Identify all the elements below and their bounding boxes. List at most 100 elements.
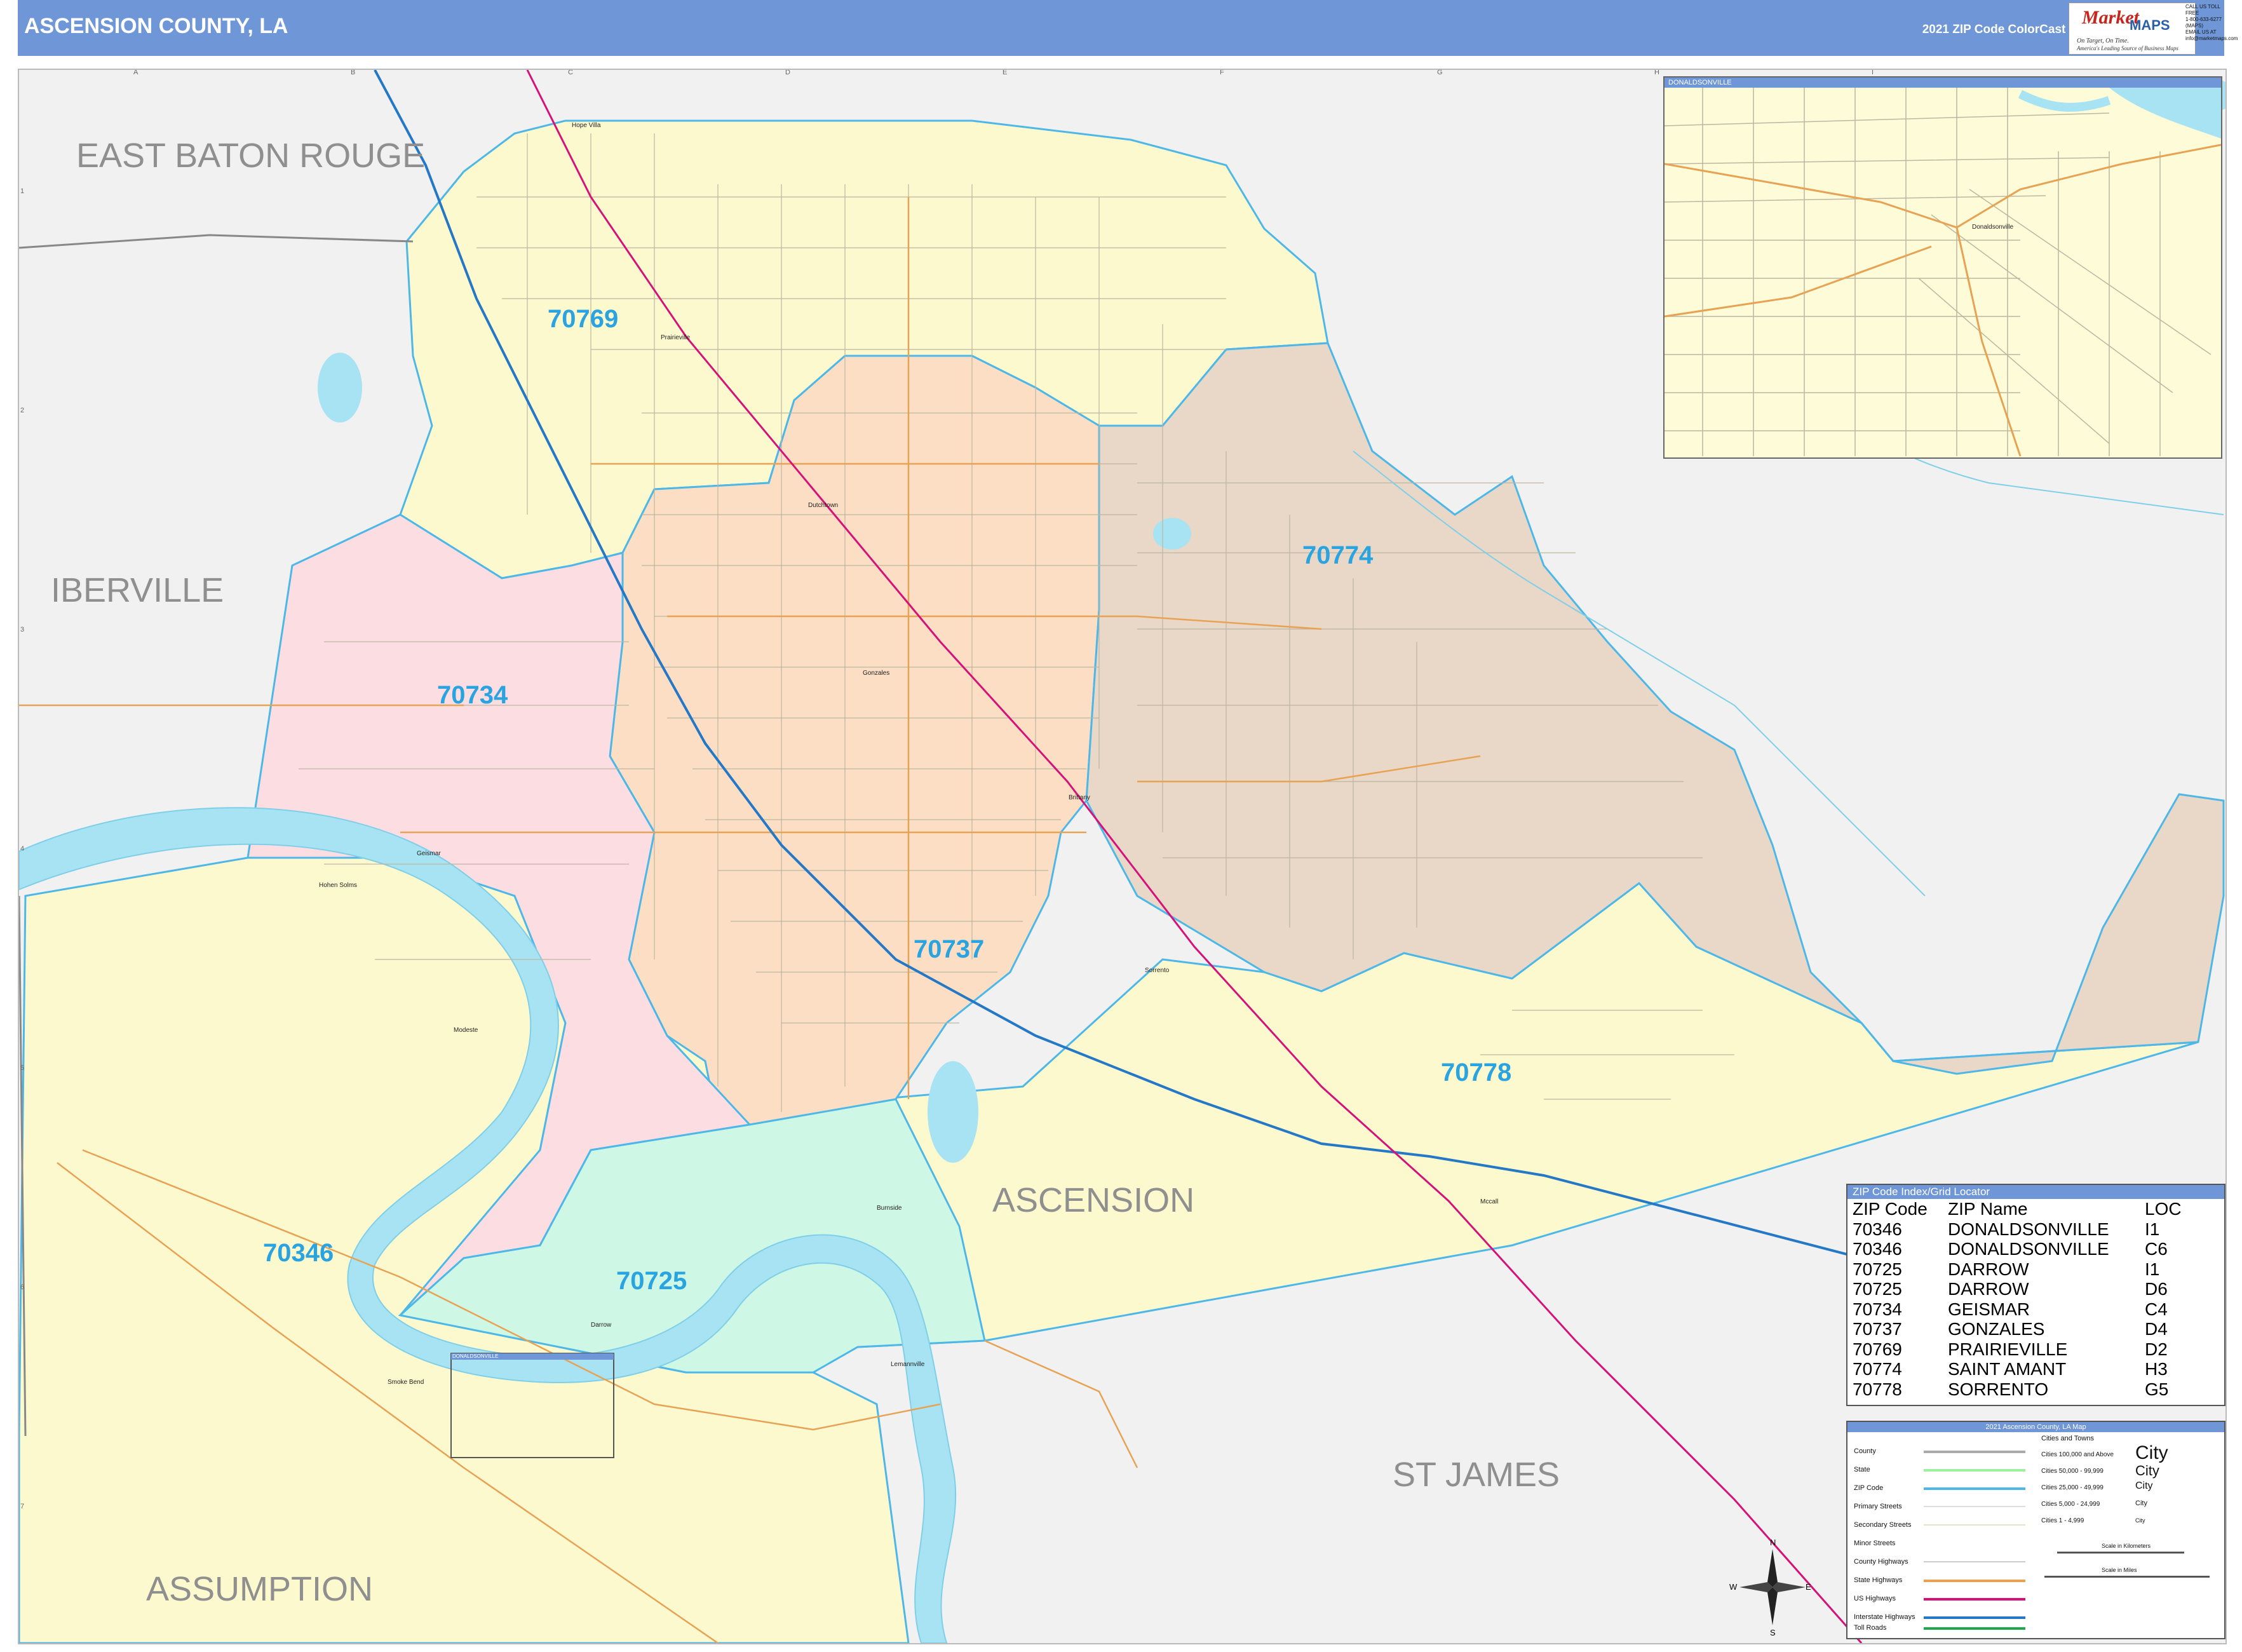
contact-line: 1-800-633-6277 (MAPS) <box>2185 17 2222 29</box>
logo-subtagline: America's Leading Source of Business Map… <box>2077 45 2178 51</box>
grid-row-label: 6 <box>20 1283 25 1291</box>
city-label: Darrow <box>591 1322 612 1329</box>
row-name: SORRENTO <box>1948 1379 2049 1399</box>
legend-city-class: Cities 1 - 4,999 <box>2041 1517 2084 1524</box>
table-row[interactable]: 70778 SORRENTO G5 <box>1847 1379 2224 1400</box>
table-row[interactable]: 70737 GONZALES D4 <box>1847 1319 2224 1339</box>
row-loc: D4 <box>2145 1319 2168 1339</box>
table-row[interactable]: 70346 DONALDSONVILLE C6 <box>1847 1239 2224 1259</box>
row-loc: G5 <box>2145 1379 2169 1399</box>
inset-header: DONALDSONVILLE <box>1665 78 2221 88</box>
county-label-ascension: ASCENSION <box>992 1181 1195 1219</box>
index-header: ZIP Code Index/Grid Locator <box>1847 1185 2224 1199</box>
city-label: Dutchtown <box>808 502 839 509</box>
row-name: DONALDSONVILLE <box>1948 1219 2109 1239</box>
header-bar: ASCENSION COUNTY, LA 2021 ZIP Code Color… <box>18 0 2224 56</box>
zip-label-70734[interactable]: 70734 <box>437 681 508 710</box>
legend-item: County <box>1854 1447 1876 1455</box>
row-name: DARROW <box>1948 1279 2029 1299</box>
zip-label-70769[interactable]: 70769 <box>548 305 618 334</box>
legend-swatch-primary <box>1924 1506 2025 1507</box>
logo-tagline: On Target, On Time. <box>2077 37 2129 44</box>
city-label: Lemannville <box>891 1361 925 1368</box>
map-title: ASCENSION COUNTY, LA <box>24 14 288 38</box>
legend-item: US Highways <box>1854 1595 1896 1602</box>
scale-bar-mi <box>2044 1576 2210 1578</box>
zip-label-70725[interactable]: 70725 <box>616 1267 687 1296</box>
city-label: Sorrento <box>1145 967 1170 974</box>
city-label: Modeste <box>454 1027 478 1034</box>
legend-city-sample: City <box>2135 1463 2159 1479</box>
legend-city-sample: City <box>2135 1517 2145 1524</box>
row-zip: 70725 <box>1853 1279 1902 1299</box>
grid-col-label: B <box>351 69 356 76</box>
compass-rose: N S E W <box>1729 1536 1811 1638</box>
zip-label-70778[interactable]: 70778 <box>1441 1059 1511 1087</box>
legend-city-sample: City <box>2135 1500 2147 1507</box>
row-zip: 70725 <box>1853 1259 1902 1279</box>
legend-item: Secondary Streets <box>1854 1521 1912 1529</box>
grid-row-label: 5 <box>20 1064 25 1072</box>
grid-col-label: H <box>1654 69 1659 76</box>
compass-w: W <box>1729 1582 1738 1592</box>
scale-bar-km <box>2057 1552 2184 1554</box>
legend-item: State Highways <box>1854 1576 1903 1584</box>
grid-col-label: C <box>568 69 573 76</box>
compass-icon <box>1739 1549 1806 1625</box>
grid-col-label: D <box>785 69 790 76</box>
legend-swatch-toll <box>1924 1627 2025 1630</box>
table-row[interactable]: 70774 SAINT AMANT H3 <box>1847 1359 2224 1379</box>
scale-mi-label: Scale in Miles <box>2102 1567 2137 1573</box>
table-row[interactable]: 70725 DARROW I1 <box>1847 1259 2224 1280</box>
inset-map-graphic <box>1665 88 2221 456</box>
table-row[interactable]: 70346 DONALDSONVILLE I1 <box>1847 1219 2224 1240</box>
zip-label-70346[interactable]: 70346 <box>263 1239 334 1268</box>
city-label: Geismar <box>417 850 441 857</box>
contact-info: CALL US TOLL FREE 1-800-633-6277 (MAPS) … <box>2185 4 2238 52</box>
grid-row-label: 3 <box>20 626 25 633</box>
compass-n: N <box>1770 1538 1776 1547</box>
legend-swatch-county <box>1924 1451 2025 1453</box>
table-row[interactable]: 70734 GEISMAR C4 <box>1847 1299 2224 1320</box>
row-zip: 70769 <box>1853 1339 1902 1359</box>
legend-swatch-us-hwy <box>1924 1598 2025 1601</box>
inset-city-label: Donaldsonville <box>1972 224 2014 231</box>
table-row[interactable]: 70725 DARROW D6 <box>1847 1279 2224 1299</box>
grid-row-label: 7 <box>20 1503 25 1510</box>
city-label: Gonzales <box>863 670 890 677</box>
market-maps-logo: Market MAPS On Target, On Time. America'… <box>2069 3 2196 55</box>
logo-text-maps: MAPS <box>2130 17 2170 33</box>
row-loc: C4 <box>2145 1299 2168 1319</box>
row-loc: I1 <box>2145 1259 2160 1279</box>
grid-col-label: G <box>1437 69 1443 76</box>
inset-marker-label: DONALDSONVILLE <box>452 1353 499 1359</box>
legend-item: Interstate Highways <box>1854 1613 1915 1621</box>
row-name: DARROW <box>1948 1259 2029 1279</box>
legend-city-sample: City <box>2135 1480 2153 1491</box>
legend-swatch-secondary <box>1924 1524 2025 1526</box>
row-loc: H3 <box>2145 1359 2168 1379</box>
zip-label-70737[interactable]: 70737 <box>914 935 984 964</box>
zip-label-70774[interactable]: 70774 <box>1302 541 1373 570</box>
legend-city-class: Cities 5,000 - 24,999 <box>2041 1501 2100 1508</box>
compass-s: S <box>1770 1628 1776 1637</box>
grid-col-label: F <box>1220 69 1224 76</box>
city-label: Hope Villa <box>572 122 601 129</box>
legend-swatch-interstate <box>1924 1616 2025 1619</box>
legend-item: County Highways <box>1854 1558 1908 1566</box>
contact-line: EMAIL US AT <box>2185 29 2217 35</box>
zip-index-table: ZIP Code Index/Grid Locator ZIP Code ZIP… <box>1846 1184 2225 1406</box>
county-label-iberville: IBERVILLE <box>51 571 224 609</box>
row-loc: D2 <box>2145 1339 2168 1359</box>
legend-city-class: Cities 50,000 - 99,999 <box>2041 1468 2104 1475</box>
table-row[interactable]: 70769 PRAIRIEVILLE D2 <box>1847 1339 2224 1360</box>
lake <box>928 1061 978 1163</box>
city-label: Burnside <box>877 1205 902 1212</box>
legend-city-class: Cities 100,000 and Above <box>2041 1451 2114 1458</box>
city-label: Brittany <box>1069 794 1090 801</box>
legend-item: ZIP Code <box>1854 1484 1884 1492</box>
col-loc: LOC <box>2145 1199 2182 1219</box>
legend-city-class: Cities 25,000 - 49,999 <box>2041 1484 2104 1491</box>
donaldsonville-inset[interactable]: DONALDSONVILLE Donaldsonville <box>1663 76 2222 459</box>
row-loc: D6 <box>2145 1279 2168 1299</box>
